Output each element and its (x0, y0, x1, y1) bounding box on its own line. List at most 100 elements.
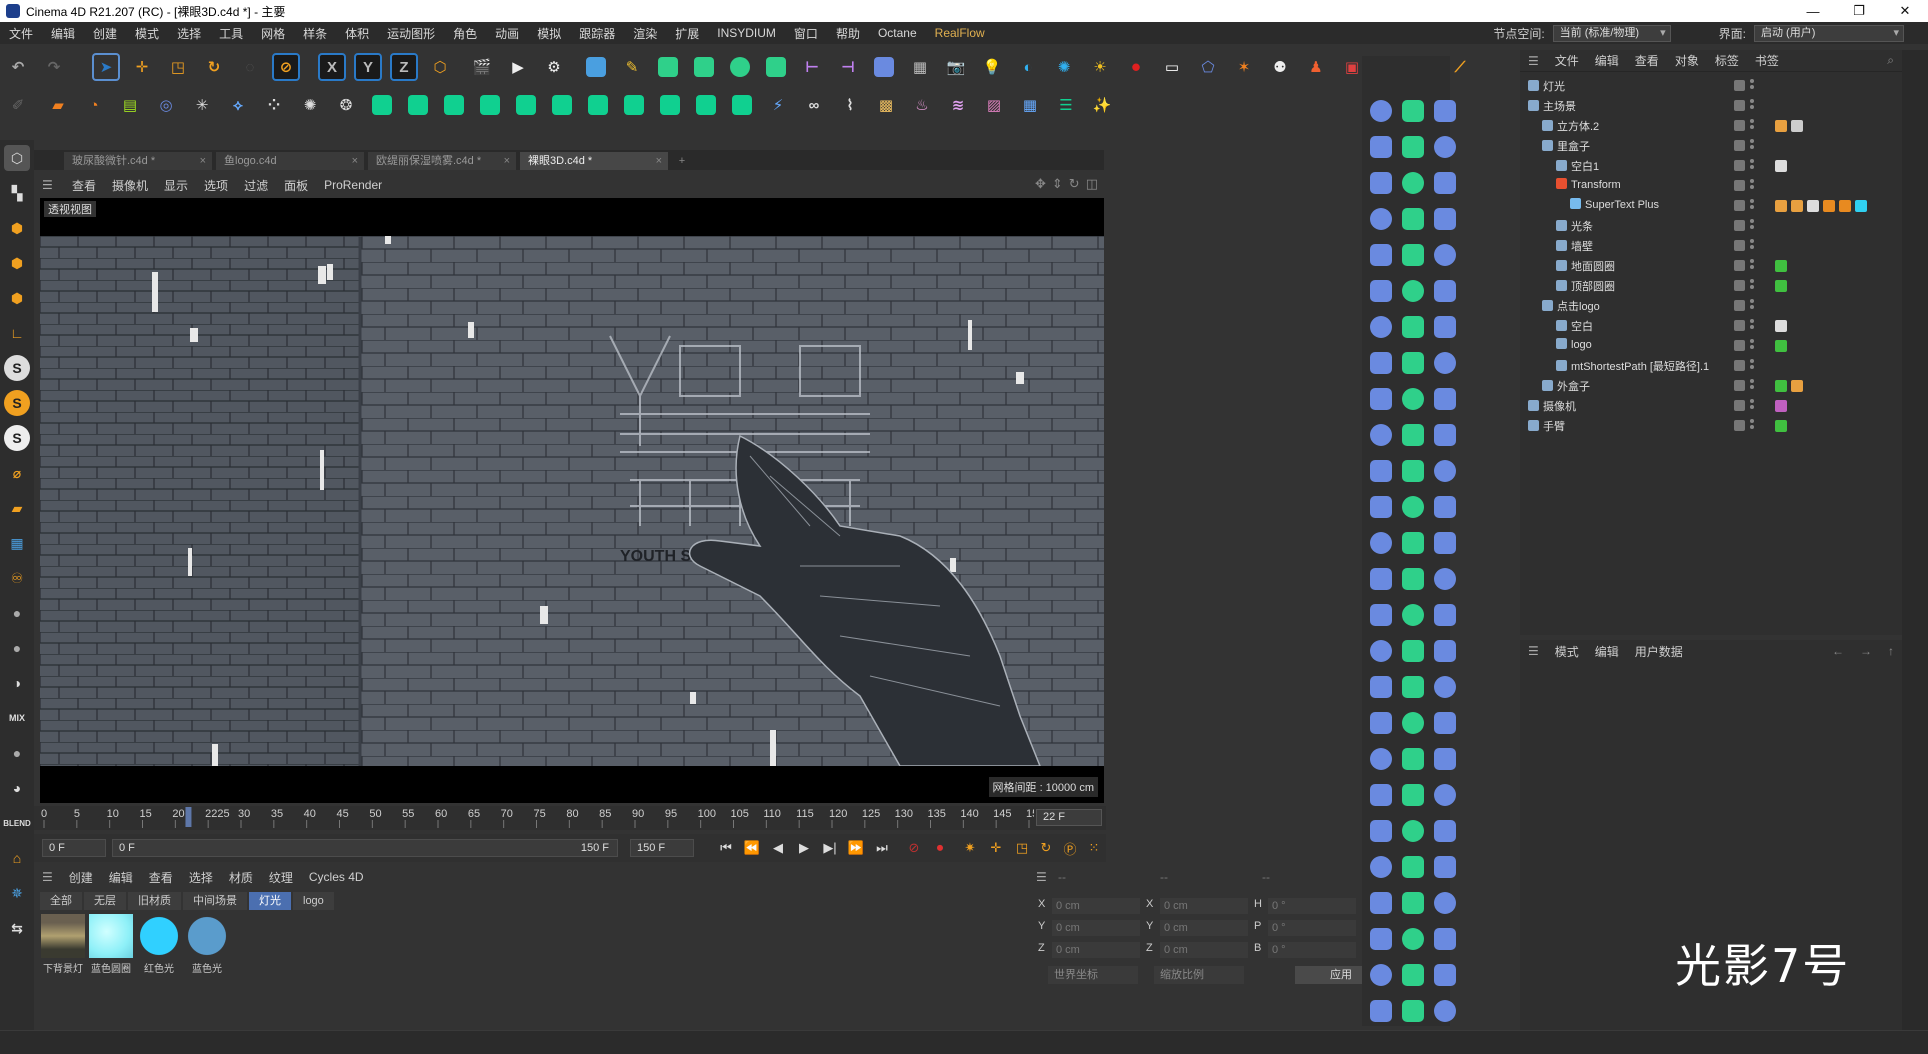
editor-render-visibility-dots[interactable] (1750, 359, 1754, 373)
object-row[interactable]: 点击logo (1520, 296, 1902, 316)
filter-all[interactable]: 全部 (40, 892, 82, 910)
object-menu-objects[interactable]: 对象 (1667, 52, 1707, 69)
material-sphere-icon[interactable]: ◐ (1014, 53, 1042, 81)
sphere-light-icon[interactable]: ● (4, 635, 30, 661)
xp-icon-2[interactable] (404, 91, 432, 119)
layer-visibility-toggle[interactable] (1734, 400, 1745, 411)
palette-tool-icon[interactable] (1398, 168, 1428, 198)
palette-tool-icon[interactable] (1430, 636, 1460, 666)
menu-realflow[interactable]: RealFlow (926, 26, 994, 40)
hair-icon[interactable]: ⌇ (836, 91, 864, 119)
tag-icon[interactable] (1791, 200, 1803, 212)
array-icon[interactable] (690, 53, 718, 81)
palette-tool-icon[interactable] (1366, 276, 1396, 306)
palette-tool-icon[interactable] (1398, 816, 1428, 846)
object-row[interactable]: 顶部圆圈 (1520, 276, 1902, 296)
mograph-icon[interactable] (762, 53, 790, 81)
box-icon[interactable]: ▩ (872, 91, 900, 119)
layer-visibility-toggle[interactable] (1734, 280, 1745, 291)
floor-icon[interactable] (870, 53, 898, 81)
palette-tool-icon[interactable] (1398, 780, 1428, 810)
xp-icon-10[interactable] (692, 91, 720, 119)
tag-icon[interactable] (1775, 400, 1787, 412)
sphere-grey-icon[interactable]: ● (4, 600, 30, 626)
palette-tool-icon[interactable] (1398, 852, 1428, 882)
snap-settings-icon[interactable]: S (4, 390, 30, 416)
size-x-field[interactable]: 0 cm (1160, 898, 1248, 914)
close-icon[interactable]: × (656, 152, 662, 170)
palette-tool-icon[interactable] (1366, 744, 1396, 774)
tag-icon[interactable] (1775, 120, 1787, 132)
x-axis-lock-button[interactable]: X (318, 53, 346, 81)
viewport-menu-cameras[interactable]: 摄像机 (104, 177, 156, 194)
menu-select[interactable]: 选择 (168, 25, 210, 42)
playhead[interactable] (185, 807, 192, 827)
rotation-b-field[interactable]: 0 ° (1268, 942, 1356, 958)
xparticles-spray-icon[interactable]: ✺ (296, 91, 324, 119)
object-row[interactable]: 灯光 (1520, 76, 1902, 96)
palette-tool-icon[interactable] (1398, 420, 1428, 450)
measure-icon[interactable]: ⊣ (834, 53, 862, 81)
redshift-mesh-icon[interactable]: ▤ (116, 91, 144, 119)
palette-tool-icon[interactable] (1366, 204, 1396, 234)
point-mode-icon[interactable]: ⬢ (4, 215, 30, 241)
previous-frame-icon[interactable]: ◀ (766, 837, 790, 859)
y-axis-lock-button[interactable]: Y (354, 53, 382, 81)
editor-render-visibility-dots[interactable] (1750, 219, 1754, 233)
object-row[interactable]: 外盒子 (1520, 376, 1902, 396)
start-frame-field[interactable]: 0 F (42, 839, 106, 857)
object-menu-file[interactable]: 文件 (1547, 52, 1587, 69)
position-x-field[interactable]: 0 cm (1052, 898, 1140, 914)
palette-tool-icon[interactable] (1366, 888, 1396, 918)
palette-tool-icon[interactable] (1366, 348, 1396, 378)
hamburger-icon[interactable]: ☰ (34, 870, 61, 884)
material-item[interactable]: 红色光 (136, 914, 182, 978)
layer-visibility-toggle[interactable] (1734, 300, 1745, 311)
xp-icon-7[interactable] (584, 91, 612, 119)
sun-icon[interactable]: ☀ (1086, 53, 1114, 81)
attribute-menu-userdata[interactable]: 用户数据 (1627, 643, 1691, 660)
tab-document-2[interactable]: 鱼logo.c4d × (216, 152, 364, 170)
viewport-menu-options[interactable]: 选项 (196, 177, 236, 194)
filter-old-materials[interactable]: 旧材质 (128, 892, 181, 910)
next-key-icon[interactable]: ⏩ (844, 837, 868, 859)
palette-tool-icon[interactable] (1430, 816, 1460, 846)
layer-visibility-toggle[interactable] (1734, 260, 1745, 271)
editor-render-visibility-dots[interactable] (1750, 239, 1754, 253)
octane-render-icon[interactable]: ⏺ (1122, 53, 1150, 81)
tag-icon[interactable] (1807, 200, 1819, 212)
material-item[interactable]: 蓝色光 (184, 914, 230, 978)
coordinate-mode-dropdown[interactable]: 世界坐标 (1048, 966, 1138, 984)
xparticles-group-icon[interactable]: ❂ (332, 91, 360, 119)
extra-tool-icon[interactable]: ⟋ (1446, 53, 1474, 81)
layer-visibility-toggle[interactable] (1734, 80, 1745, 91)
layer-visibility-toggle[interactable] (1734, 360, 1745, 371)
palette-tool-icon[interactable] (1398, 492, 1428, 522)
minimize-button[interactable]: — (1790, 0, 1836, 22)
material-menu-view[interactable]: 查看 (141, 869, 181, 886)
scale-mode-dropdown[interactable]: 缩放比例 (1154, 966, 1244, 984)
attribute-menu-edit[interactable]: 编辑 (1587, 643, 1627, 660)
close-icon[interactable]: × (200, 152, 206, 170)
editor-render-visibility-dots[interactable] (1750, 199, 1754, 213)
object-row[interactable]: 主场景 (1520, 96, 1902, 116)
snap-toggle-icon[interactable]: S (4, 425, 30, 451)
layer-visibility-toggle[interactable] (1734, 160, 1745, 171)
camera-icon[interactable]: 📷 (942, 53, 970, 81)
emitter-icon[interactable]: ⚉ (1266, 53, 1294, 81)
menu-character[interactable]: 角色 (444, 25, 486, 42)
node-space-dropdown[interactable]: 当前 (标准/物理) (1552, 24, 1671, 42)
palette-tool-icon[interactable] (1366, 168, 1396, 198)
dolly-icon[interactable]: ⇕ (1052, 176, 1063, 192)
material-menu-material[interactable]: 材质 (221, 869, 261, 886)
maximize-viewport-icon[interactable]: ◫ (1086, 176, 1098, 192)
object-row[interactable]: 立方体.2 (1520, 116, 1902, 136)
z-axis-lock-button[interactable]: Z (390, 53, 418, 81)
palette-tool-icon[interactable] (1398, 240, 1428, 270)
band-icon[interactable]: ▨ (980, 91, 1008, 119)
object-row[interactable]: 地面圆圈 (1520, 256, 1902, 276)
tag-icon[interactable] (1791, 380, 1803, 392)
forward-arrow-icon[interactable]: → (1852, 644, 1880, 658)
live-selection-icon[interactable]: ⊘ (272, 53, 300, 81)
go-to-end-icon[interactable]: ⏭ (870, 837, 894, 859)
